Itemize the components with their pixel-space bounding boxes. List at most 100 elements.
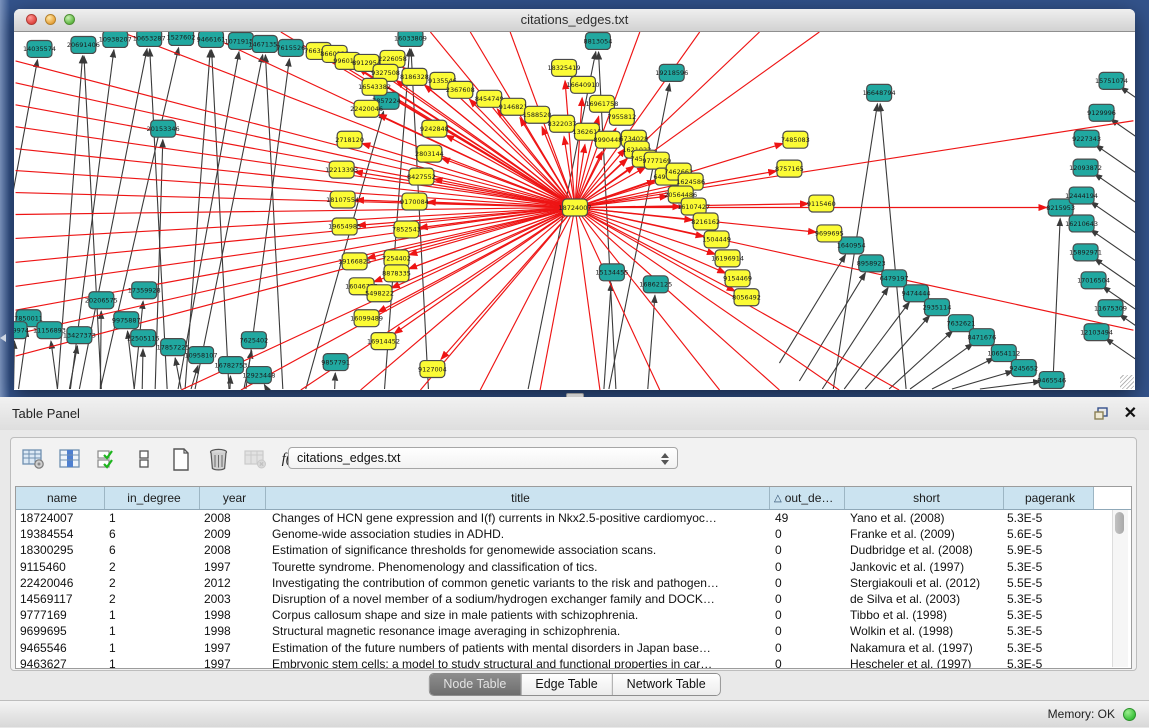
window-resize-grip[interactable] (1120, 375, 1134, 389)
network-window-titlebar[interactable]: citations_edges.txt (14, 9, 1135, 32)
table-row[interactable]: 2242004622012Investigating the contribut… (16, 575, 1131, 591)
table-vertical-scrollbar[interactable] (1112, 510, 1128, 667)
table-row[interactable]: 977716911998Corpus callosum shape and si… (16, 607, 1131, 623)
table-toolbar: f(x) (21, 444, 304, 474)
table-cell-pagerank: 5.3E-5 (1004, 623, 1094, 639)
table-row[interactable]: 1938455462009Genome-wide association stu… (16, 526, 1131, 542)
table-row[interactable]: 1830029562008Estimation of significance … (16, 542, 1131, 558)
network-node-label: 18107554 (326, 196, 359, 204)
network-node-label: 8427552 (407, 173, 436, 181)
delete-table-icon[interactable] (243, 447, 267, 471)
column-header-in-degree[interactable]: in_degree (105, 487, 200, 509)
network-node-label: 2226058 (378, 55, 407, 63)
network-node-label: 9227343 (1072, 135, 1101, 143)
table-cell-in_degree: 2 (105, 591, 200, 607)
network-node-label: 8990448 (594, 136, 623, 144)
tab-edge-table[interactable]: Edge Table (521, 674, 612, 695)
network-node-label: 7625402 (239, 336, 268, 344)
column-header-year[interactable]: year (200, 487, 266, 509)
network-node-label: 9154469 (723, 275, 752, 283)
network-node-label: 1624586 (676, 178, 705, 186)
network-svg[interactable]: 1872400714035574206914061093820710653287… (14, 32, 1135, 390)
table-cell-name: 22420046 (16, 575, 105, 591)
window-title: citations_edges.txt (14, 9, 1135, 31)
network-node-label: 18325419 (548, 64, 581, 72)
network-window[interactable]: citations_edges.txt 18724007140355742069… (14, 9, 1135, 390)
network-node-label: 8056492 (732, 294, 761, 302)
close-panel-icon[interactable]: ✕ (1124, 406, 1137, 422)
table-cell-year: 2008 (200, 510, 266, 526)
delete-column-icon[interactable] (206, 447, 230, 471)
network-node-label: 12213393 (325, 166, 358, 174)
table-cell-pagerank: 5.3E-5 (1004, 510, 1094, 526)
table-mode-icon[interactable] (21, 447, 45, 471)
table-cell-short: Nakamura et al. (1997) (845, 640, 1004, 656)
network-canvas[interactable]: 1872400714035574206914061093820710653287… (14, 32, 1135, 390)
table-cell-name: 18300295 (16, 542, 105, 558)
table-cell-out_degree: 0 (770, 559, 845, 575)
network-node-label: 8878335 (382, 270, 411, 278)
table-cell-year: 2008 (200, 542, 266, 558)
table-cell-short: Hescheler et al. (1997) (845, 656, 1004, 669)
network-node-label: 20691406 (67, 41, 100, 49)
status-bar: Memory: OK (0, 700, 1149, 727)
network-node-label: 16543382 (358, 83, 391, 91)
table-cell-title: Changes of HCN gene expression and I(f) … (266, 510, 770, 526)
table-select-dropdown[interactable]: citations_edges.txt (288, 447, 678, 469)
network-node-label: 12093872 (1069, 164, 1102, 172)
table-row[interactable]: 911546021997Tourette syndrome. Phenomeno… (16, 559, 1131, 575)
column-header-name[interactable]: name (16, 487, 105, 509)
table-cell-name: 9465546 (16, 640, 105, 656)
network-node-label: 12103494 (1080, 328, 1113, 336)
network-node-label: 19654985 (328, 223, 361, 231)
network-node-label: 8471676 (967, 333, 996, 341)
table-cell-year: 2012 (200, 575, 266, 591)
network-node-label: 22420046 (350, 105, 383, 113)
table-row[interactable]: 1872400712008Changes of HCN gene express… (16, 510, 1131, 526)
network-node-label: 10654112 (987, 349, 1020, 357)
network-node-label: 16196914 (711, 255, 744, 263)
table-cell-name: 14569117 (16, 591, 105, 607)
network-node-label: 10958107 (185, 351, 218, 359)
table-cell-short: Dudbridge et al. (2008) (845, 542, 1004, 558)
table-body[interactable]: 1872400712008Changes of HCN gene express… (16, 510, 1131, 668)
column-header-title[interactable]: title (266, 487, 770, 509)
table-cell-title: Embryonic stem cells: a model to study s… (266, 656, 770, 669)
create-column-icon[interactable] (169, 447, 193, 471)
desktop-background: citations_edges.txt 18724007140355742069… (0, 0, 1149, 397)
network-node-label: 19218596 (655, 69, 688, 77)
column-header-out-degree[interactable]: △ out_de… (770, 487, 845, 509)
row-height-icon[interactable] (132, 447, 156, 471)
network-node-label: 9146821 (499, 103, 528, 111)
table-row[interactable]: 946362711997Embryonic stem cells: a mode… (16, 656, 1131, 669)
table-row[interactable]: 1456911722003Disruption of a novel membe… (16, 591, 1131, 607)
table-panel-body: f(x) citations_edges.txt name in_degree … (0, 430, 1149, 700)
network-node-label: 8813054 (584, 37, 613, 45)
column-header-pagerank[interactable]: pagerank (1004, 487, 1094, 509)
column-visibility-icon[interactable] (58, 447, 82, 471)
network-nodes: 1872400714035574206914061093820710653287… (14, 32, 1128, 389)
table-cell-year: 1998 (200, 623, 266, 639)
column-header-short[interactable]: short (845, 487, 1004, 509)
tab-network-table[interactable]: Network Table (613, 674, 720, 695)
network-node-label: 19166825 (338, 258, 371, 266)
table-row[interactable]: 946554611997Estimation of the future num… (16, 640, 1131, 656)
network-node-label: 8757165 (775, 165, 804, 173)
table-cell-title: Genome-wide association studies in ADHD. (266, 526, 770, 542)
network-node-label: 18724007 (559, 204, 592, 212)
network-node-label: 5498222 (365, 290, 394, 298)
column-select-icon[interactable] (95, 447, 119, 471)
network-node-label: 9474444 (902, 290, 931, 298)
table-cell-out_degree: 0 (770, 607, 845, 623)
network-node-label: 8454749 (475, 95, 504, 103)
scrollbar-thumb[interactable] (1115, 512, 1124, 534)
table-row[interactable]: 969969511998Structural magnetic resonanc… (16, 623, 1131, 639)
table-cell-short: de Silva et al. (2003) (845, 591, 1004, 607)
network-node-label: 7852543 (392, 226, 421, 234)
sidebar-collapse-arrow-icon[interactable] (0, 334, 6, 342)
table-cell-in_degree: 1 (105, 607, 200, 623)
table-cell-in_degree: 1 (105, 656, 200, 669)
tab-node-table[interactable]: Node Table (429, 674, 521, 695)
float-panel-icon[interactable] (1094, 407, 1109, 421)
table-cell-year: 2003 (200, 591, 266, 607)
